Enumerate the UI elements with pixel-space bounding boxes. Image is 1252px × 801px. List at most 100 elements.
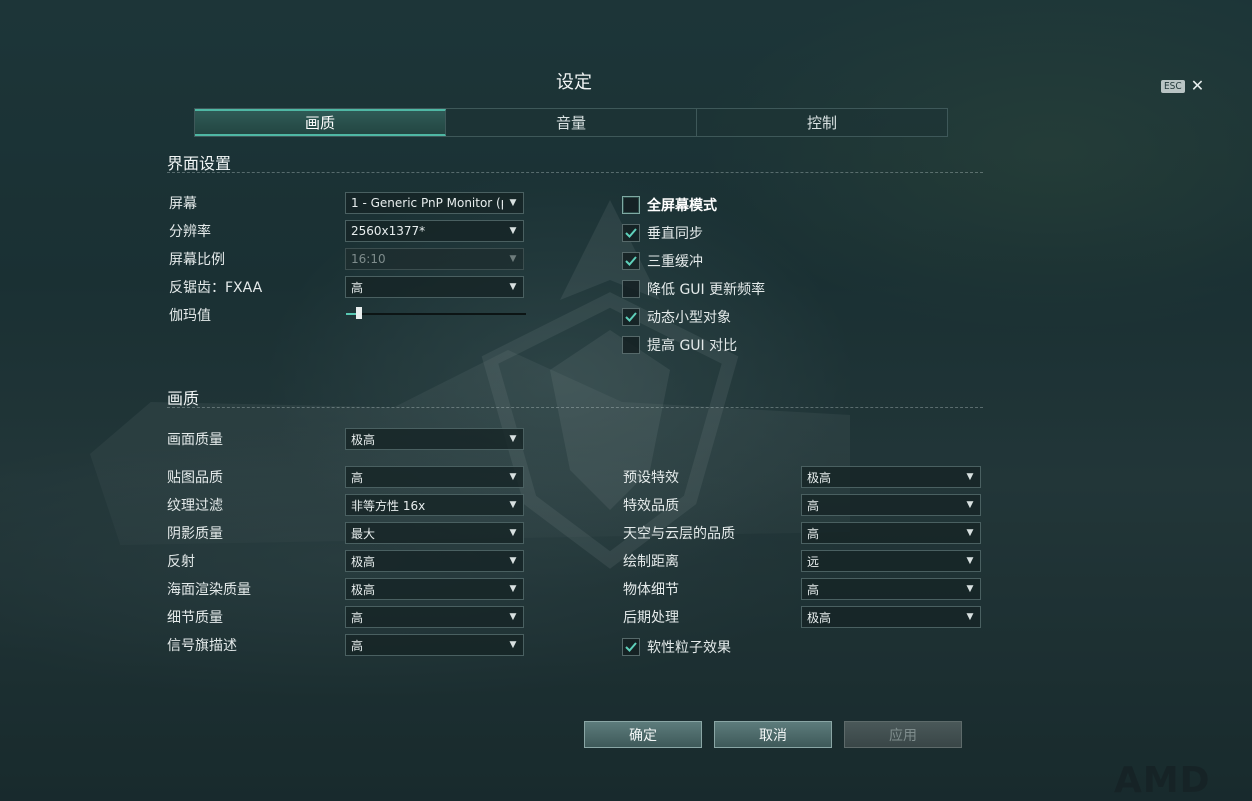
checkmark-icon	[625, 256, 637, 266]
effects-preset-value: 极高	[807, 470, 832, 485]
gamma-slider-track[interactable]	[346, 313, 526, 315]
sky-cloud-quality-label: 天空与云层的品质	[623, 526, 735, 542]
draw-distance-select[interactable]: 远 ▼	[801, 550, 981, 572]
sky-cloud-quality-select[interactable]: 高 ▼	[801, 522, 981, 544]
chevron-down-icon: ▼	[966, 528, 974, 538]
dynamic-small-objects-toggle[interactable]: 动态小型对象	[622, 307, 731, 327]
chevron-down-icon: ▼	[509, 254, 517, 264]
chevron-down-icon: ▼	[509, 500, 517, 510]
texture-quality-label: 贴图品质	[167, 470, 223, 486]
dynamic-small-objects-label: 动态小型对象	[647, 310, 731, 326]
tab-controls[interactable]: 控制	[697, 109, 947, 136]
reduce-gui-refresh-toggle[interactable]: 降低 GUI 更新频率	[622, 279, 765, 299]
monitor-select[interactable]: 1 - Generic PnP Monitor (pı ▼	[345, 192, 524, 214]
shadow-quality-select[interactable]: 最大 ▼	[345, 522, 524, 544]
graphics-quality-select[interactable]: 极高 ▼	[345, 428, 524, 450]
section-divider	[167, 172, 983, 173]
amd-watermark: AMD	[1114, 760, 1211, 801]
fullscreen-label: 全屏幕模式	[647, 198, 717, 214]
reduce-gui-refresh-checkbox[interactable]	[622, 280, 640, 298]
antialiasing-select[interactable]: 高 ▼	[345, 276, 524, 298]
gamma-slider-handle[interactable]	[355, 307, 362, 319]
object-detail-value: 高	[807, 582, 820, 597]
close-icon[interactable]: ✕	[1191, 78, 1204, 94]
triple-buffer-checkbox[interactable]	[622, 252, 640, 270]
detail-quality-value: 高	[351, 610, 364, 625]
gamma-label: 伽玛值	[169, 308, 211, 324]
cancel-button[interactable]: 取消	[714, 721, 832, 748]
ok-button[interactable]: 确定	[584, 721, 702, 748]
chevron-down-icon: ▼	[966, 472, 974, 482]
gui-contrast-label: 提高 GUI 对比	[647, 338, 738, 354]
shadow-quality-label: 阴影质量	[167, 526, 223, 542]
reflection-label: 反射	[167, 554, 195, 570]
soft-particles-toggle[interactable]: 软性粒子效果	[622, 637, 731, 657]
water-quality-select[interactable]: 极高 ▼	[345, 578, 524, 600]
resolution-label: 分辨率	[169, 224, 211, 240]
effects-preset-select[interactable]: 极高 ▼	[801, 466, 981, 488]
gui-contrast-checkbox[interactable]	[622, 336, 640, 354]
tab-graphics[interactable]: 画质	[195, 109, 446, 136]
apply-button[interactable]: 应用	[844, 721, 962, 748]
chevron-down-icon: ▼	[509, 282, 517, 292]
flag-detail-value: 高	[351, 638, 364, 653]
monitor-label: 屏幕	[169, 196, 197, 212]
vsync-checkbox[interactable]	[622, 224, 640, 242]
texture-filter-select[interactable]: 非等方性 16x ▼	[345, 494, 524, 516]
post-processing-label: 后期处理	[623, 610, 679, 626]
antialiasing-label: 反锯齿：FXAA	[169, 280, 263, 296]
chevron-down-icon: ▼	[509, 556, 517, 566]
texture-filter-value: 非等方性 16x	[351, 498, 426, 513]
triple-buffer-toggle[interactable]: 三重缓冲	[622, 251, 703, 271]
soft-particles-checkbox[interactable]	[622, 638, 640, 656]
tab-sound[interactable]: 音量	[446, 109, 697, 136]
shadow-quality-value: 最大	[351, 526, 376, 541]
chevron-down-icon: ▼	[509, 434, 517, 444]
object-detail-select[interactable]: 高 ▼	[801, 578, 981, 600]
chevron-down-icon: ▼	[509, 198, 517, 208]
detail-quality-label: 细节质量	[167, 610, 223, 626]
page-title: 设定	[556, 72, 592, 93]
water-quality-value: 极高	[351, 582, 376, 597]
chevron-down-icon: ▼	[966, 556, 974, 566]
effects-quality-select[interactable]: 高 ▼	[801, 494, 981, 516]
object-detail-label: 物体细节	[623, 582, 679, 598]
esc-key-badge: ESC	[1161, 79, 1185, 93]
chevron-down-icon: ▼	[509, 528, 517, 538]
resolution-select[interactable]: 2560x1377* ▼	[345, 220, 524, 242]
post-processing-value: 极高	[807, 610, 832, 625]
effects-quality-value: 高	[807, 498, 820, 513]
fullscreen-toggle[interactable]: 全屏幕模式	[622, 195, 717, 215]
fullscreen-checkbox[interactable]	[622, 196, 640, 214]
tab-bar: 画质 音量 控制	[194, 108, 948, 137]
checkmark-icon	[625, 642, 637, 652]
chevron-down-icon: ▼	[509, 640, 517, 650]
checkmark-icon	[625, 228, 637, 238]
chevron-down-icon: ▼	[966, 500, 974, 510]
reflection-value: 极高	[351, 554, 376, 569]
chevron-down-icon: ▼	[509, 472, 517, 482]
texture-quality-select[interactable]: 高 ▼	[345, 466, 524, 488]
monitor-value: 1 - Generic PnP Monitor (pı	[351, 196, 503, 210]
detail-quality-select[interactable]: 高 ▼	[345, 606, 524, 628]
reflection-select[interactable]: 极高 ▼	[345, 550, 524, 572]
soft-particles-label: 软性粒子效果	[647, 640, 731, 656]
water-quality-label: 海面渲染质量	[167, 582, 251, 598]
gui-contrast-toggle[interactable]: 提高 GUI 对比	[622, 335, 737, 355]
checkmark-icon	[625, 312, 637, 322]
effects-quality-label: 特效品质	[623, 498, 679, 514]
aspect-ratio-select: 16:10 ▼	[345, 248, 524, 270]
flag-detail-label: 信号旗描述	[167, 638, 237, 654]
draw-distance-value: 远	[807, 554, 820, 569]
vsync-label: 垂直同步	[647, 226, 703, 242]
aspect-ratio-label: 屏幕比例	[169, 252, 225, 268]
chevron-down-icon: ▼	[966, 584, 974, 594]
graphics-quality-label: 画面质量	[167, 432, 223, 448]
flag-detail-select[interactable]: 高 ▼	[345, 634, 524, 656]
section-title-quality: 画质	[167, 389, 200, 408]
resolution-value: 2560x1377*	[351, 224, 426, 238]
vsync-toggle[interactable]: 垂直同步	[622, 223, 703, 243]
close-control[interactable]: ESC ✕	[1161, 78, 1204, 94]
dynamic-small-objects-checkbox[interactable]	[622, 308, 640, 326]
post-processing-select[interactable]: 极高 ▼	[801, 606, 981, 628]
